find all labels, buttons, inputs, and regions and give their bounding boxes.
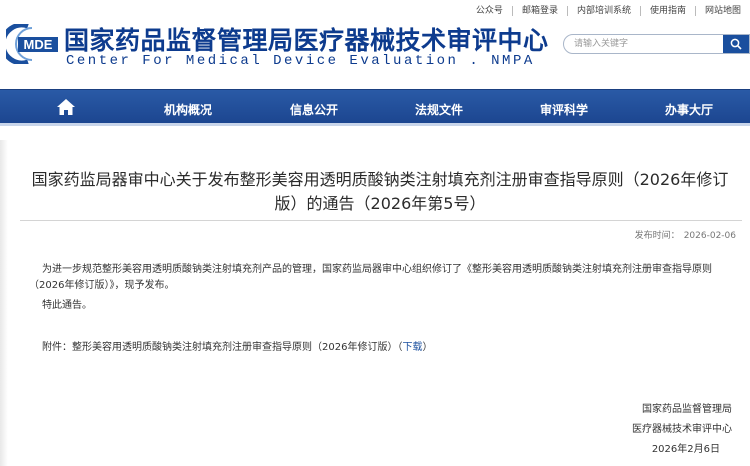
paragraph-1-line1: 为进一步规范整形美容用透明质酸钠类注射填充剂产品的管理，国家药监局器审中心组织修… [42, 264, 712, 275]
attachment-close: ） [422, 342, 433, 353]
logo-text: MDE [24, 37, 53, 52]
top-link-email-login[interactable]: 邮箱登录 [511, 6, 567, 16]
article-title-line1: 国家药监局器审中心关于发布整形美容用透明质酸钠类注射填充剂注册审查指导原则（20… [31, 170, 729, 189]
top-link-user-guide[interactable]: 使用指南 [639, 6, 695, 16]
sign-date: 2026年2月6日 [651, 444, 720, 455]
paragraph-1-line2: （2026年修订版）》，现予发布。 [29, 280, 175, 291]
article-title: 国家药监局器审中心关于发布整形美容用透明质酸钠类注射填充剂注册审查指导原则（20… [20, 168, 740, 216]
article-title-line2: 版）的通告（2026年第5号） [274, 194, 486, 213]
nav-item-regulations[interactable]: 法规文件 [415, 101, 463, 118]
attachment-label: 附件：整形美容用透明质酸钠类注射填充剂注册审查指导原则（2026年修订版）（ [42, 342, 403, 353]
sign-org-cmde: 医疗器械技术审评中心 [632, 424, 732, 435]
publish-date: 发布时间： 2026-02-06 [631, 228, 736, 241]
top-links: 公众号 邮箱登录 内部培训系统 使用指南 网站地图 [467, 4, 750, 18]
nav-item-about[interactable]: 机构概况 [164, 101, 212, 118]
site-header: 公众号 邮箱登录 内部培训系统 使用指南 网站地图 MDE 国家药品监督管理局医… [0, 0, 750, 88]
site-subtitle: Center For Medical Device Evaluation . N… [66, 53, 535, 69]
site-title: 国家药品监督管理局医疗器械技术审评中心 [64, 26, 549, 55]
publish-label: 发布时间： [634, 231, 680, 241]
left-shade [0, 140, 8, 466]
nav-item-service-hall[interactable]: 办事大厅 [665, 101, 713, 118]
nav-item-info-disclosure[interactable]: 信息公开 [290, 101, 338, 118]
paragraph-2: 特此通告。 [42, 300, 92, 311]
sign-org-nmpa: 国家药品监督管理局 [642, 404, 732, 415]
top-link-site-map[interactable]: 网站地图 [694, 6, 750, 16]
home-icon[interactable] [56, 98, 76, 116]
search-icon [730, 38, 742, 50]
nav-item-review-science[interactable]: 审评科学 [540, 101, 588, 118]
download-link[interactable]: 下载 [402, 342, 422, 353]
publish-date-value: 2026-02-06 [683, 231, 736, 241]
attachment: 附件：整形美容用透明质酸钠类注射填充剂注册审查指导原则（2026年修订版）（下载… [42, 340, 432, 356]
top-link-official-account[interactable]: 公众号 [467, 6, 512, 16]
top-link-training-system[interactable]: 内部培训系统 [566, 6, 640, 16]
main-nav: 机构概况 信息公开 法规文件 审评科学 办事大厅 [0, 89, 750, 126]
mde-logo[interactable]: MDE [6, 24, 58, 64]
search-input[interactable] [564, 35, 723, 53]
search-box [563, 34, 750, 54]
search-button[interactable] [723, 35, 749, 53]
title-divider [20, 220, 742, 221]
